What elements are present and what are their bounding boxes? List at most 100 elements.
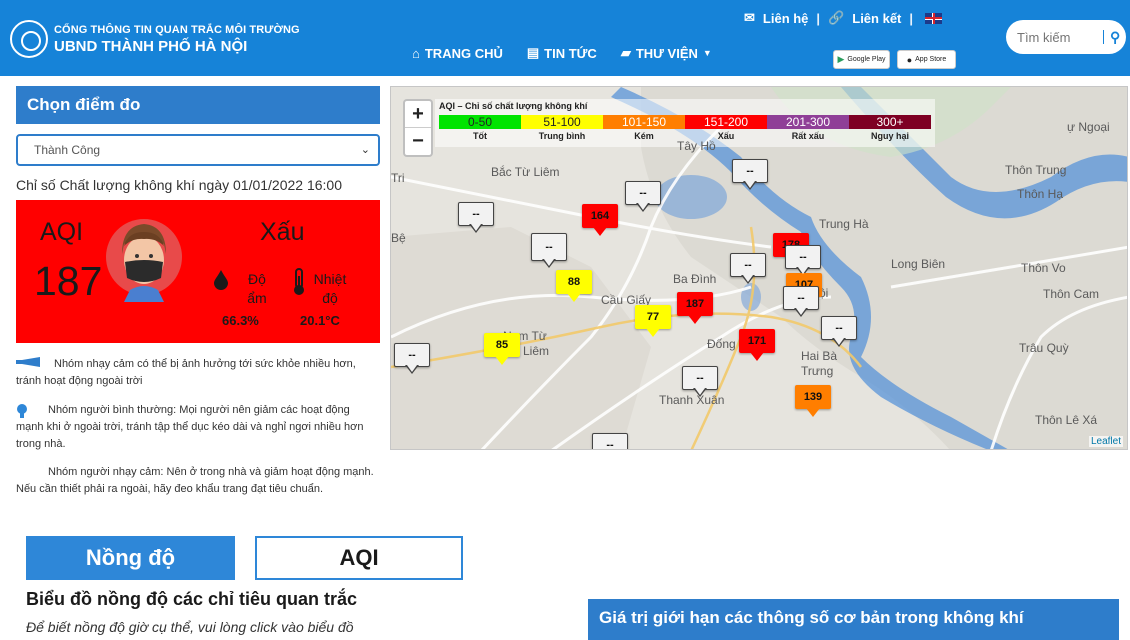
station-select[interactable]: Thành Công ⌄	[16, 134, 380, 166]
place-label: Thôn Vo	[1021, 261, 1066, 275]
leaflet-attribution-link[interactable]: Leaflet	[1088, 436, 1123, 447]
legend-color-row: 0-50 51-100 101-150 151-200 201-300 300+	[439, 115, 931, 129]
station-marker[interactable]: --	[531, 233, 567, 268]
tab-concentration[interactable]: Nồng độ	[26, 536, 235, 580]
zoom-out-button[interactable]: −	[405, 128, 431, 155]
aqi-map[interactable]: + − AQI – Chỉ số chất lượng không khí 0-…	[390, 86, 1128, 450]
chart-section-title: Biểu đồ nồng độ các chỉ tiêu quan trắc	[26, 589, 358, 609]
app-store-label: App Store	[915, 56, 947, 63]
play-icon: ▶	[837, 54, 845, 64]
place-label: Ba Đình	[673, 272, 717, 286]
place-label: Thôn Hạ	[1017, 187, 1064, 201]
station-marker[interactable]: --	[458, 202, 494, 233]
aqi-card: AQI 187 Xấu Độ ẩm 66.3% Nhiệt độ 20.1°C	[16, 200, 380, 343]
place-label: Hai Bà	[801, 349, 838, 363]
station-marker[interactable]: --	[625, 181, 661, 212]
place-label: Thanh Xuân	[659, 393, 725, 407]
place-label: Bắc Từ Liêm	[491, 165, 560, 179]
station-marker[interactable]: --	[783, 286, 819, 317]
station-marker[interactable]: 171	[739, 329, 775, 361]
aqi-level: Xấu	[260, 218, 305, 246]
caret-down-icon: ▼	[702, 48, 712, 58]
app-store-button[interactable]: ● App Store	[897, 50, 956, 69]
station-marker[interactable]: 88	[556, 270, 592, 302]
station-marker[interactable]: 164	[582, 204, 618, 236]
search-input[interactable]	[1017, 29, 1097, 45]
apple-icon: ●	[906, 54, 913, 65]
main-nav: ⌂ TRANG CHỦ ▤ TIN TỨC ▰ THƯ VIỆN ▼	[412, 45, 712, 61]
place-label: Thôn Cam	[1043, 287, 1100, 301]
station-marker[interactable]: 85	[484, 333, 520, 365]
advice-normal-group: Nhóm người bình thường: Mọi người nên gi…	[16, 402, 378, 453]
advice-sensitive-general: Nhóm nhạy cảm có thể bị ảnh hưởng tới sứ…	[16, 356, 378, 390]
home-icon: ⌂	[412, 45, 420, 61]
station-marker[interactable]: 139	[795, 385, 831, 417]
face-mask-icon	[106, 219, 182, 302]
nav-news-label: TIN TỨC	[544, 45, 597, 61]
zoom-control: + −	[403, 99, 433, 157]
legend-label: Kém	[634, 131, 654, 141]
site-title-line2[interactable]: UBND THÀNH PHỐ HÀ NỘI	[54, 38, 247, 55]
humidity-label: Độ ẩm	[247, 271, 267, 306]
place-label: Thôn Lê Xá	[1035, 413, 1098, 427]
place-label: Trưng	[801, 364, 834, 378]
megaphone-icon	[16, 357, 40, 367]
chart-section-hint: Để biết nồng độ giờ cụ thể, vui lòng cli…	[26, 619, 354, 635]
legend-title: AQI – Chỉ số chất lượng không khí	[439, 101, 588, 111]
station-marker[interactable]: --	[821, 316, 857, 347]
station-marker[interactable]: --	[394, 343, 430, 374]
place-label: Bệ	[391, 231, 406, 245]
english-flag-icon[interactable]	[925, 12, 943, 24]
droplet-icon	[214, 270, 228, 290]
site-title-line1[interactable]: CỔNG THÔNG TIN QUAN TRẮC MÔI TRƯỜNG	[54, 24, 300, 36]
contact-link[interactable]: Liên hệ	[763, 11, 809, 26]
place-label: Đống	[707, 337, 736, 351]
search-divider	[1103, 30, 1104, 44]
station-marker[interactable]: 77	[635, 305, 671, 337]
aqi-caption: Chỉ số Chất lượng không khí ngày 01/01/2…	[16, 177, 342, 193]
chevron-down-icon: ⌄	[360, 144, 370, 156]
legend-range: 151-200	[685, 115, 767, 129]
nav-library[interactable]: ▰ THƯ VIỆN ▼	[621, 45, 712, 61]
tab-aqi[interactable]: AQI	[255, 536, 463, 580]
place-label: Long Biên	[891, 257, 946, 271]
place-label: ự Ngoại	[1067, 120, 1110, 134]
humidity-value: 66.3%	[222, 313, 259, 328]
search-icon[interactable]: ⚲	[1110, 29, 1120, 46]
advice-text: Nhóm người nhạy cảm: Nên ở trong nhà và …	[16, 466, 374, 495]
links-link[interactable]: Liên kết	[852, 11, 901, 26]
station-marker[interactable]: --	[732, 159, 768, 190]
legend-label: Nguy hại	[870, 131, 909, 141]
legend-label: Trung bình	[538, 131, 586, 141]
station-marker[interactable]: --	[785, 245, 821, 276]
google-play-label: Google Play	[847, 56, 886, 63]
mail-icon: ✉	[744, 10, 755, 25]
limits-section-title: Giá trị giới hạn các thông số cơ bản tro…	[588, 599, 1119, 640]
aqi-label: AQI	[40, 218, 84, 246]
temperature-value: 20.1°C	[300, 313, 340, 328]
place-label: Thôn Trung	[1005, 163, 1067, 177]
station-marker[interactable]: --	[682, 366, 718, 397]
place-label: Trung Hà	[819, 217, 869, 231]
aqi-value: 187	[34, 258, 103, 304]
legend-range: 201-300	[767, 115, 849, 129]
legend-label: Rất xấu	[791, 131, 825, 141]
folder-icon: ▰	[620, 45, 631, 60]
station-panel-title: Chọn điểm đo	[16, 86, 380, 124]
thermometer-icon	[294, 268, 304, 295]
station-select-value: Thành Công	[34, 143, 101, 157]
zoom-in-button[interactable]: +	[405, 101, 431, 128]
google-play-button[interactable]: ▶ Google Play	[833, 50, 890, 69]
place-label: Trâu Quỳ	[1019, 341, 1069, 355]
link-icon: 🔗	[828, 10, 845, 25]
nav-home[interactable]: ⌂ TRANG CHỦ	[412, 45, 503, 61]
nav-home-label: TRANG CHỦ	[424, 45, 503, 61]
station-marker[interactable]: --	[730, 253, 766, 284]
advice-sensitive-group: Nhóm người nhạy cảm: Nên ở trong nhà và …	[16, 464, 378, 498]
hanoi-logo-icon[interactable]	[10, 20, 48, 58]
advice-text: Nhóm người bình thường: Mọi người nên gi…	[16, 404, 364, 450]
station-marker[interactable]: 187	[677, 292, 713, 324]
nav-library-label: THƯ VIỆN	[635, 45, 698, 61]
station-marker[interactable]: --	[592, 433, 628, 449]
nav-news[interactable]: ▤ TIN TỨC	[527, 45, 597, 61]
